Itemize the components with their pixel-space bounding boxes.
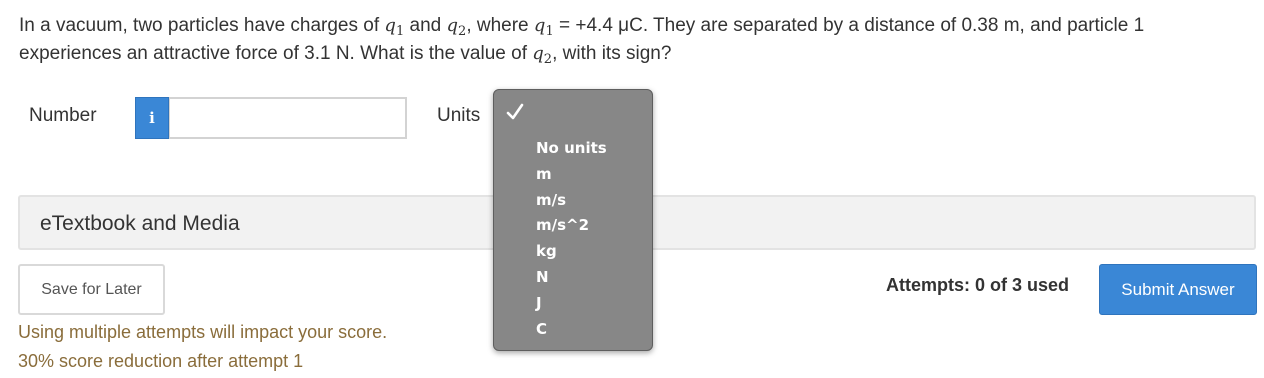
warning-line-2: 30% score reduction after attempt 1 xyxy=(18,351,304,371)
units-option-m-per-s[interactable]: m/s xyxy=(536,188,607,214)
etextbook-label: eTextbook and Media xyxy=(40,212,240,235)
units-option-j[interactable]: J xyxy=(536,291,607,317)
units-option-m[interactable]: m xyxy=(536,162,607,188)
info-icon[interactable]: i xyxy=(135,97,169,139)
q1-symbol: q1 xyxy=(384,15,405,39)
units-option-m-per-s2[interactable]: m/s^2 xyxy=(536,213,607,239)
submit-answer-button[interactable]: Submit Answer xyxy=(1099,264,1257,315)
units-label: Units xyxy=(437,105,481,126)
q1-symbol: q1 xyxy=(533,15,554,39)
units-option-kg[interactable]: kg xyxy=(536,239,607,265)
question-page: In a vacuum, two particles have charges … xyxy=(0,0,1264,378)
number-input[interactable] xyxy=(169,97,407,139)
warning-line-1: Using multiple attempts will impact your… xyxy=(18,322,388,342)
units-dropdown[interactable]: No units m m/s m/s^2 kg N J C xyxy=(493,89,653,351)
units-options-list: No units m m/s m/s^2 kg N J C xyxy=(536,136,607,342)
units-option-no-units[interactable]: No units xyxy=(536,136,607,162)
number-label: Number xyxy=(29,105,97,126)
question-text: In a vacuum, two particles have charges … xyxy=(19,15,1145,67)
checkmark-icon xyxy=(506,103,524,120)
q2-symbol: q2 xyxy=(446,15,467,39)
save-for-later-button[interactable]: Save for Later xyxy=(18,264,165,315)
attempt-warning: Using multiple attempts will impact your… xyxy=(18,318,387,376)
units-option-c[interactable]: C xyxy=(536,317,607,343)
units-option-n[interactable]: N xyxy=(536,265,607,291)
attempts-counter: Attempts: 0 of 3 used xyxy=(886,275,1070,295)
q2-symbol: q2 xyxy=(532,43,553,67)
